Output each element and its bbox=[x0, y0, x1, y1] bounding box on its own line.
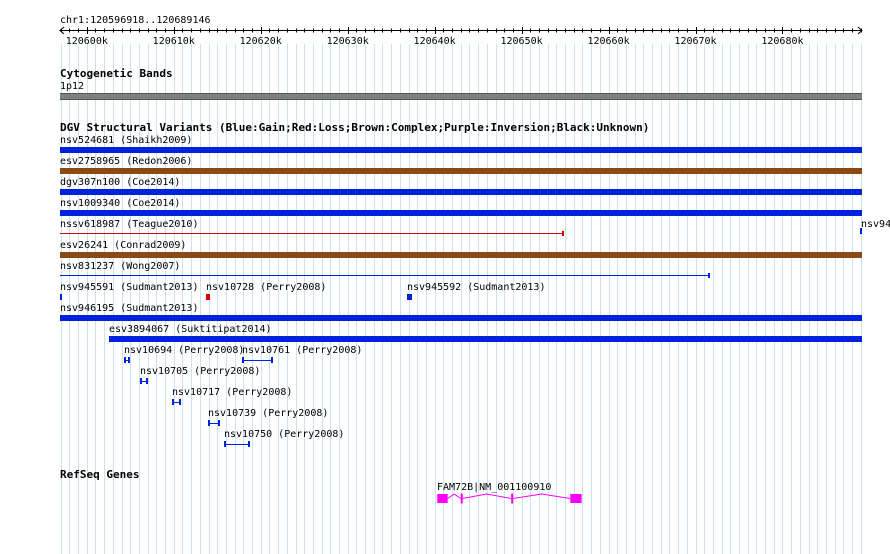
variant-label[interactable]: esv2758965 (Redon2006) bbox=[60, 156, 192, 167]
variant-label[interactable]: nsv945592 (Sudmant2013) bbox=[407, 282, 545, 293]
variant-feature[interactable] bbox=[407, 294, 412, 300]
variant-label[interactable]: nsv946195 (Sudmant2013) bbox=[60, 303, 198, 314]
variant-feature[interactable] bbox=[60, 233, 563, 234]
variant-label[interactable]: nsv10717 (Perry2008) bbox=[172, 387, 292, 398]
gene-exon bbox=[460, 493, 463, 504]
variant-label[interactable]: nsv945591 (Sudmant2013) bbox=[60, 282, 198, 293]
variant-label[interactable]: nsv10705 (Perry2008) bbox=[140, 366, 260, 377]
refseq-track-title: RefSeq Genes bbox=[60, 468, 140, 481]
variant-label[interactable]: nsv1009340 (Coe2014) bbox=[60, 198, 180, 209]
variant-label[interactable]: nsv10750 (Perry2008) bbox=[224, 429, 344, 440]
variant-feature[interactable] bbox=[60, 315, 862, 321]
variant-label[interactable]: nsv10761 (Perry2008) bbox=[242, 345, 362, 356]
variant-feature[interactable] bbox=[60, 168, 862, 174]
variant-feature[interactable] bbox=[172, 399, 181, 405]
variant-feature[interactable] bbox=[124, 357, 130, 363]
gene-exon bbox=[570, 494, 582, 503]
variant-label[interactable]: nsv10739 (Perry2008) bbox=[208, 408, 328, 419]
variant-feature[interactable] bbox=[242, 357, 273, 363]
variant-label[interactable]: esv3894067 (Suktitipat2014) bbox=[109, 324, 272, 335]
variant-feature[interactable] bbox=[140, 378, 148, 384]
variant-feature[interactable] bbox=[860, 228, 862, 234]
variant-label[interactable]: dgv307n100 (Coe2014) bbox=[60, 177, 180, 188]
variant-label[interactable]: esv26241 (Conrad2009) bbox=[60, 240, 186, 251]
gene-intron bbox=[447, 493, 462, 499]
variant-feature[interactable] bbox=[208, 420, 220, 426]
variant-label[interactable]: nsv10728 (Perry2008) bbox=[206, 282, 326, 293]
variant-label[interactable]: nsv831237 (Wong2007) bbox=[60, 261, 180, 272]
variant-feature[interactable] bbox=[109, 336, 862, 342]
variant-feature[interactable] bbox=[60, 275, 709, 276]
gene-intron bbox=[512, 493, 571, 499]
variant-label[interactable]: nsv94 bbox=[861, 219, 890, 230]
variant-label[interactable]: nssv618987 (Teague2010) bbox=[60, 219, 198, 230]
variant-feature[interactable] bbox=[60, 252, 862, 258]
variant-feature[interactable] bbox=[224, 441, 250, 447]
variant-feature[interactable] bbox=[60, 210, 862, 216]
gene-model[interactable] bbox=[0, 490, 890, 510]
variant-feature[interactable] bbox=[60, 189, 862, 195]
variant-feature[interactable] bbox=[206, 294, 210, 300]
gene-intron bbox=[462, 493, 512, 499]
variant-label[interactable]: nsv10694 (Perry2008) bbox=[124, 345, 244, 356]
variant-label[interactable]: nsv524681 (Shaikh2009) bbox=[60, 135, 192, 146]
variant-feature[interactable] bbox=[60, 294, 62, 300]
variant-feature[interactable] bbox=[60, 147, 862, 153]
genome-browser-view: chr1:120596918..120689146 120600k 120610k… bbox=[0, 0, 890, 554]
gene-exon bbox=[437, 494, 448, 503]
gene-exon bbox=[511, 493, 514, 504]
